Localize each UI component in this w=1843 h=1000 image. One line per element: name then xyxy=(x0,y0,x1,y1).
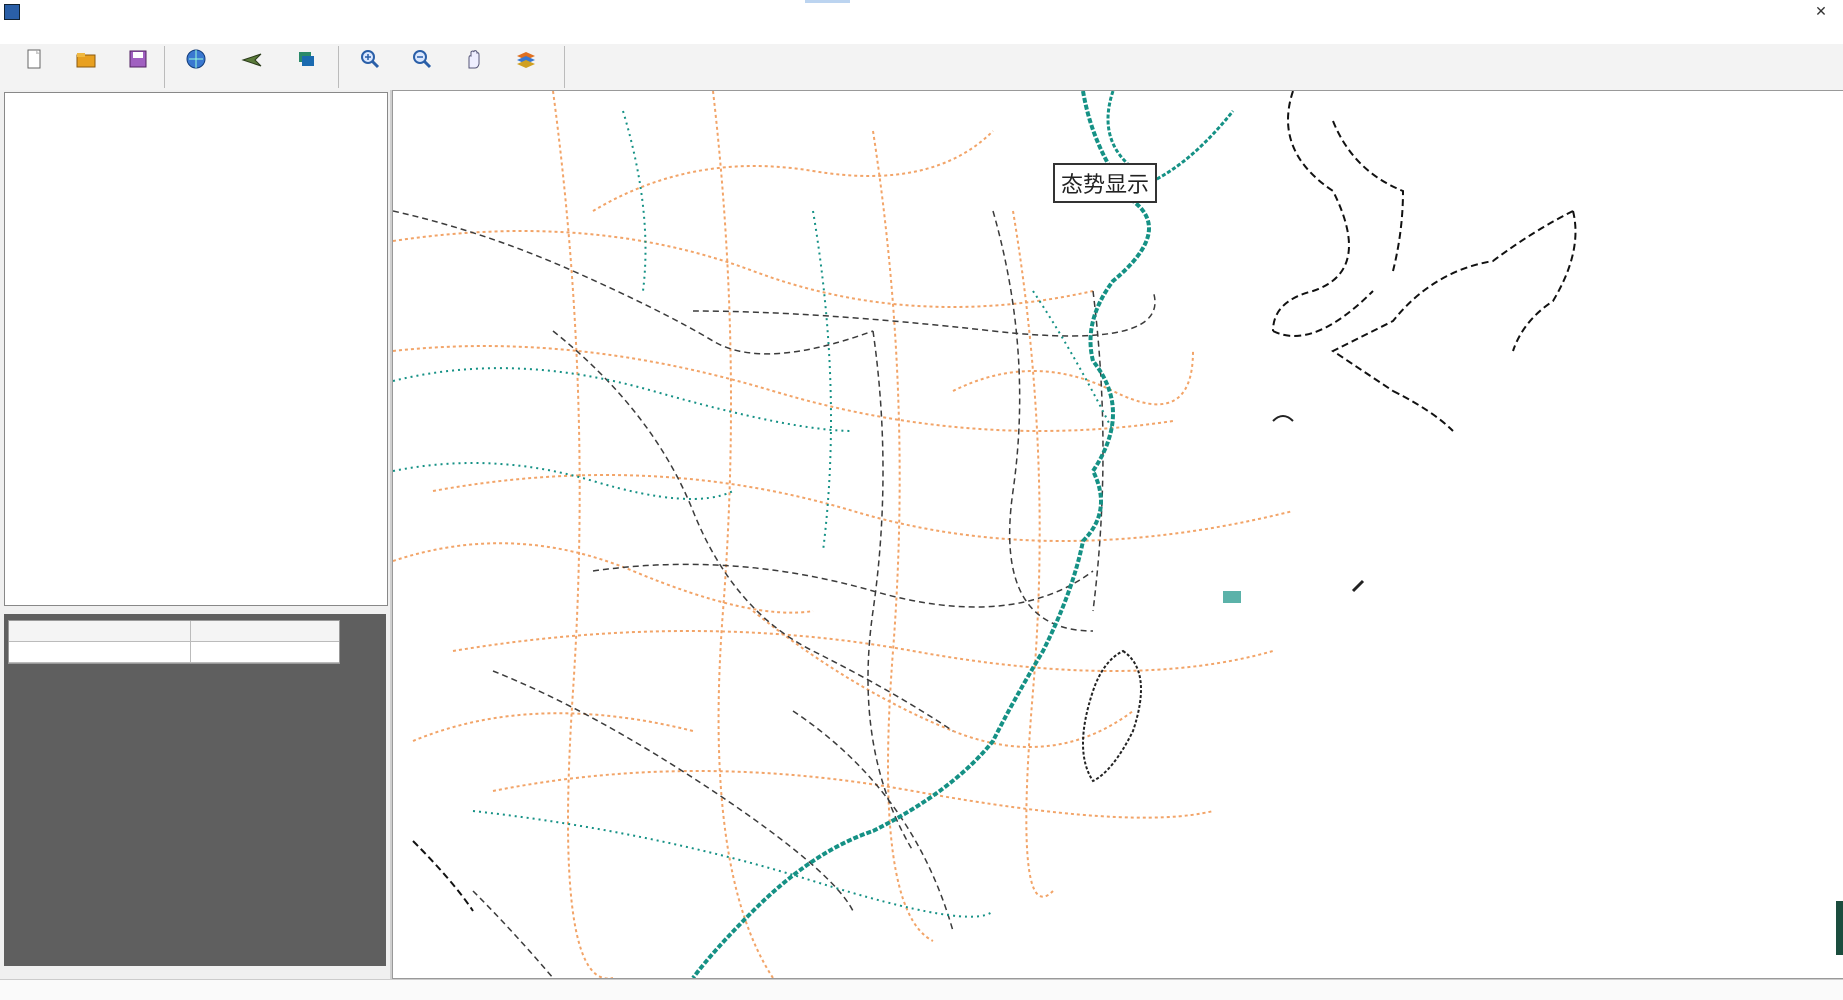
globe-icon xyxy=(186,49,206,69)
map-canvas[interactable] xyxy=(393,91,1843,978)
globe-button[interactable] xyxy=(170,48,222,88)
zoom-out-icon xyxy=(413,50,432,69)
map-layers-button[interactable] xyxy=(500,48,552,88)
rail-network xyxy=(393,210,1156,978)
map-view[interactable]: 态势显示 xyxy=(392,90,1843,979)
plane-button[interactable] xyxy=(226,48,278,88)
title-bar: ✕ xyxy=(0,0,1843,24)
title-tab-highlight xyxy=(805,0,850,3)
tree-item[interactable] xyxy=(15,113,25,126)
zoom-in-icon xyxy=(361,50,380,69)
grid-cell xyxy=(191,642,339,662)
grid-cell xyxy=(9,642,192,662)
toolbar xyxy=(0,44,1843,91)
layers-icon xyxy=(299,52,314,66)
open-folder-icon xyxy=(76,53,96,68)
close-button[interactable]: ✕ xyxy=(1808,2,1834,22)
tree-item[interactable] xyxy=(15,97,25,110)
minimize-button[interactable] xyxy=(1768,2,1794,22)
situation-display-label: 态势显示 xyxy=(1053,163,1158,203)
open-button[interactable] xyxy=(60,48,112,88)
stack-button[interactable] xyxy=(280,48,332,88)
island-mark xyxy=(1272,415,1294,422)
save-icon xyxy=(129,50,147,68)
zoom-out-button[interactable] xyxy=(396,48,448,88)
tree-item[interactable] xyxy=(15,161,25,174)
grid-header-col-2[interactable] xyxy=(191,621,339,641)
hand-icon xyxy=(468,50,480,69)
menu-bar xyxy=(0,24,1843,44)
zoom-in-button[interactable] xyxy=(344,48,396,88)
property-panel xyxy=(4,614,386,966)
new-button[interactable] xyxy=(8,48,60,88)
save-button[interactable] xyxy=(112,48,164,88)
layer-tree[interactable] xyxy=(4,92,388,606)
map-layers-icon xyxy=(517,52,535,68)
pan-button[interactable] xyxy=(448,48,500,88)
grid-header xyxy=(9,621,339,642)
grid-header-col-1[interactable] xyxy=(9,621,192,641)
new-file-icon xyxy=(27,49,41,69)
app-icon xyxy=(4,4,20,20)
island-mark xyxy=(1223,591,1241,603)
tree-item[interactable] xyxy=(15,145,25,158)
property-grid xyxy=(8,620,340,664)
table-row[interactable] xyxy=(9,642,339,663)
status-bar xyxy=(0,979,1843,1000)
island-mark xyxy=(1351,579,1365,593)
plane-icon xyxy=(241,53,262,67)
scroll-indicator[interactable] xyxy=(1836,901,1843,955)
tree-item[interactable] xyxy=(15,129,25,142)
coastline xyxy=(691,91,1151,978)
left-pane xyxy=(0,90,390,980)
